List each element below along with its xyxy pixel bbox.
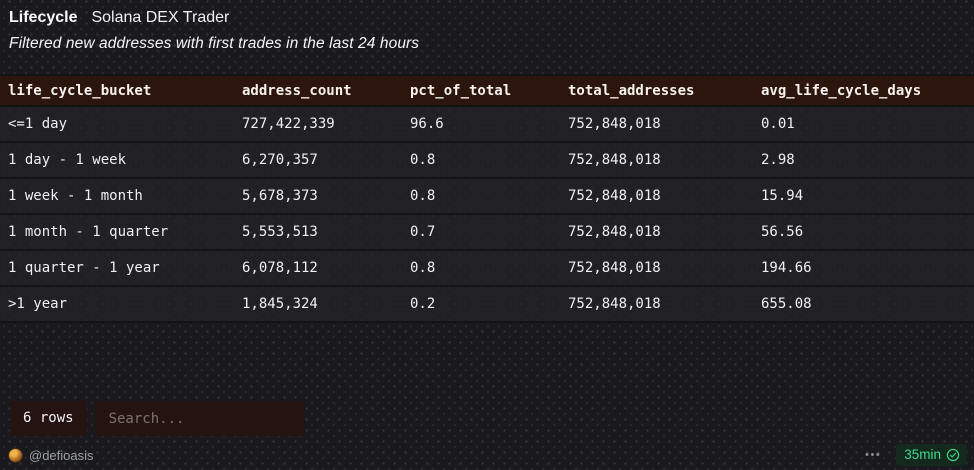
cell-pct-of-total: 0.8 [410,260,568,276]
table-row: 1 week - 1 month 5,678,373 0.8 752,848,0… [0,179,974,215]
table-row: 1 month - 1 quarter 5,553,513 0.7 752,84… [0,215,974,251]
table-header-row: life_cycle_bucket address_count pct_of_t… [0,74,974,107]
cell-address-count: 5,553,513 [242,224,410,240]
cell-total-addresses: 752,848,018 [568,152,761,168]
query-name: Solana DEX Trader [91,7,229,29]
row-count-badge: 6 rows [10,401,87,436]
cell-address-count: 6,270,357 [242,152,410,168]
cell-life-cycle-bucket: 1 week - 1 month [8,188,242,204]
table-row: 1 day - 1 week 6,270,357 0.8 752,848,018… [0,143,974,179]
cell-total-addresses: 752,848,018 [568,188,761,204]
verified-check-icon [946,448,960,462]
column-header-address-count[interactable]: address_count [242,83,410,99]
search-input[interactable] [95,401,305,436]
page-subtitle: Filtered new addresses with first trades… [9,33,965,55]
cell-address-count: 727,422,339 [242,116,410,132]
results-table: life_cycle_bucket address_count pct_of_t… [0,74,974,323]
cell-address-count: 5,678,373 [242,188,410,204]
table-controls: 6 rows [10,401,305,436]
cell-life-cycle-bucket: 1 quarter - 1 year [8,260,242,276]
cell-life-cycle-bucket: >1 year [8,296,242,312]
cell-avg-life-cycle-days: 56.56 [761,224,974,240]
author-avatar[interactable] [8,448,23,463]
cell-total-addresses: 752,848,018 [568,224,761,240]
cell-avg-life-cycle-days: 655.08 [761,296,974,312]
dune-table-widget: Lifecycle Solana DEX Trader Filtered new… [0,0,974,470]
widget-header: Lifecycle Solana DEX Trader Filtered new… [0,0,974,55]
more-options-icon[interactable]: ••• [865,440,881,470]
refresh-badge[interactable]: 35min [896,444,967,466]
cell-avg-life-cycle-days: 15.94 [761,188,974,204]
cell-total-addresses: 752,848,018 [568,296,761,312]
widget-footer: @defioasis ••• 35min [0,440,974,470]
column-header-avg-life-cycle-days[interactable]: avg_life_cycle_days [761,83,974,99]
cell-pct-of-total: 0.8 [410,188,568,204]
cell-pct-of-total: 96.6 [410,116,568,132]
cell-total-addresses: 752,848,018 [568,116,761,132]
cell-address-count: 6,078,112 [242,260,410,276]
cell-pct-of-total: 0.8 [410,152,568,168]
table-row: 1 quarter - 1 year 6,078,112 0.8 752,848… [0,251,974,287]
cell-pct-of-total: 0.2 [410,296,568,312]
cell-pct-of-total: 0.7 [410,224,568,240]
table-row: >1 year 1,845,324 0.2 752,848,018 655.08 [0,287,974,323]
cell-life-cycle-bucket: 1 day - 1 week [8,152,242,168]
cell-avg-life-cycle-days: 194.66 [761,260,974,276]
cell-life-cycle-bucket: 1 month - 1 quarter [8,224,242,240]
title-row: Lifecycle Solana DEX Trader [9,7,965,29]
table-row: <=1 day 727,422,339 96.6 752,848,018 0.0… [0,107,974,143]
cell-address-count: 1,845,324 [242,296,410,312]
cell-life-cycle-bucket: <=1 day [8,116,242,132]
column-header-life-cycle-bucket[interactable]: life_cycle_bucket [8,83,242,99]
column-header-total-addresses[interactable]: total_addresses [568,83,761,99]
author-handle[interactable]: @defioasis [29,448,94,463]
refresh-time-label: 35min [904,447,941,463]
cell-total-addresses: 752,848,018 [568,260,761,276]
cell-avg-life-cycle-days: 0.01 [761,116,974,132]
page-title: Lifecycle [9,7,77,29]
column-header-pct-of-total[interactable]: pct_of_total [410,83,568,99]
cell-avg-life-cycle-days: 2.98 [761,152,974,168]
